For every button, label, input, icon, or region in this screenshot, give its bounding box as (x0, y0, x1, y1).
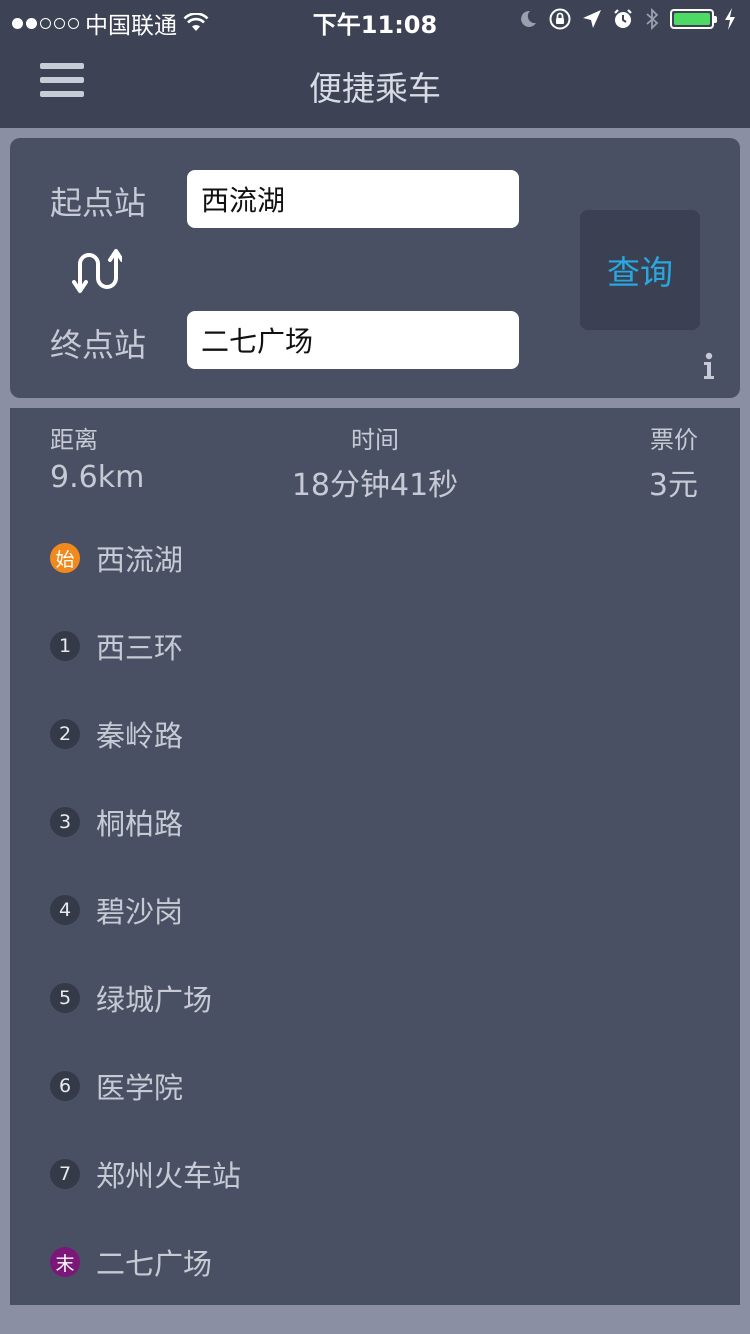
end-station-badge: 末 (50, 1247, 80, 1277)
station-number-badge: 6 (50, 1071, 80, 1101)
station-name: 西流湖 (96, 543, 184, 577)
swap-arrows-icon[interactable] (72, 246, 122, 296)
battery-icon (670, 9, 717, 29)
route-search-panel: 起点站 终点站 查询 (10, 138, 740, 398)
station-name: 医学院 (96, 1071, 184, 1105)
station-item: 5 绿城广场 (50, 978, 212, 1018)
station-name: 桐柏路 (96, 807, 184, 841)
station-item: 6 医学院 (50, 1066, 183, 1106)
origin-label: 起点站 (50, 184, 147, 222)
query-button[interactable]: 查询 (580, 210, 700, 330)
route-result-panel: 距离 9.6km 时间 18分钟41秒 票价 3元 始 西流湖 1 西三环 2 … (10, 408, 740, 1305)
start-station-badge: 始 (50, 543, 80, 573)
station-name: 秦岭路 (96, 719, 184, 753)
station-item: 4 碧沙岗 (50, 890, 183, 930)
station-item: 3 桐柏路 (50, 802, 183, 842)
info-icon[interactable] (702, 352, 716, 380)
origin-input[interactable] (187, 170, 519, 228)
moon-icon (521, 10, 536, 27)
status-bar: 中国联通 下午11:08 (0, 0, 750, 40)
destination-input[interactable] (187, 311, 519, 369)
time-value: 18分钟41秒 (291, 468, 459, 503)
station-name: 郑州火车站 (96, 1159, 242, 1193)
top-bar: 中国联通 下午11:08 便捷乘车 (0, 0, 750, 128)
destination-label: 终点站 (50, 326, 147, 364)
station-number-badge: 2 (50, 719, 80, 749)
station-number-badge: 4 (50, 895, 80, 925)
bluetooth-icon (646, 7, 659, 31)
station-number-badge: 5 (50, 983, 80, 1013)
charging-bolt-icon (725, 8, 735, 30)
station-number-badge: 3 (50, 807, 80, 837)
station-item: 1 西三环 (50, 626, 183, 666)
time-label: 时间 (351, 426, 399, 454)
alarm-clock-icon (614, 9, 632, 28)
station-item: 2 秦岭路 (50, 714, 183, 754)
station-name: 二七广场 (96, 1247, 213, 1281)
fare-label: 票价 (650, 426, 698, 454)
station-number-badge: 1 (50, 631, 80, 661)
station-name: 碧沙岗 (96, 895, 184, 929)
rotation-lock-icon (549, 8, 571, 30)
station-name: 绿城广场 (96, 983, 213, 1017)
station-item-start: 始 西流湖 (50, 538, 183, 578)
station-item: 7 郑州火车站 (50, 1154, 241, 1194)
fare-value: 3元 (648, 468, 698, 503)
station-name: 西三环 (96, 631, 184, 665)
page-title: 便捷乘车 (309, 69, 441, 108)
location-arrow-icon (583, 10, 601, 28)
station-number-badge: 7 (50, 1159, 80, 1189)
station-item-end: 末 二七广场 (50, 1242, 212, 1282)
